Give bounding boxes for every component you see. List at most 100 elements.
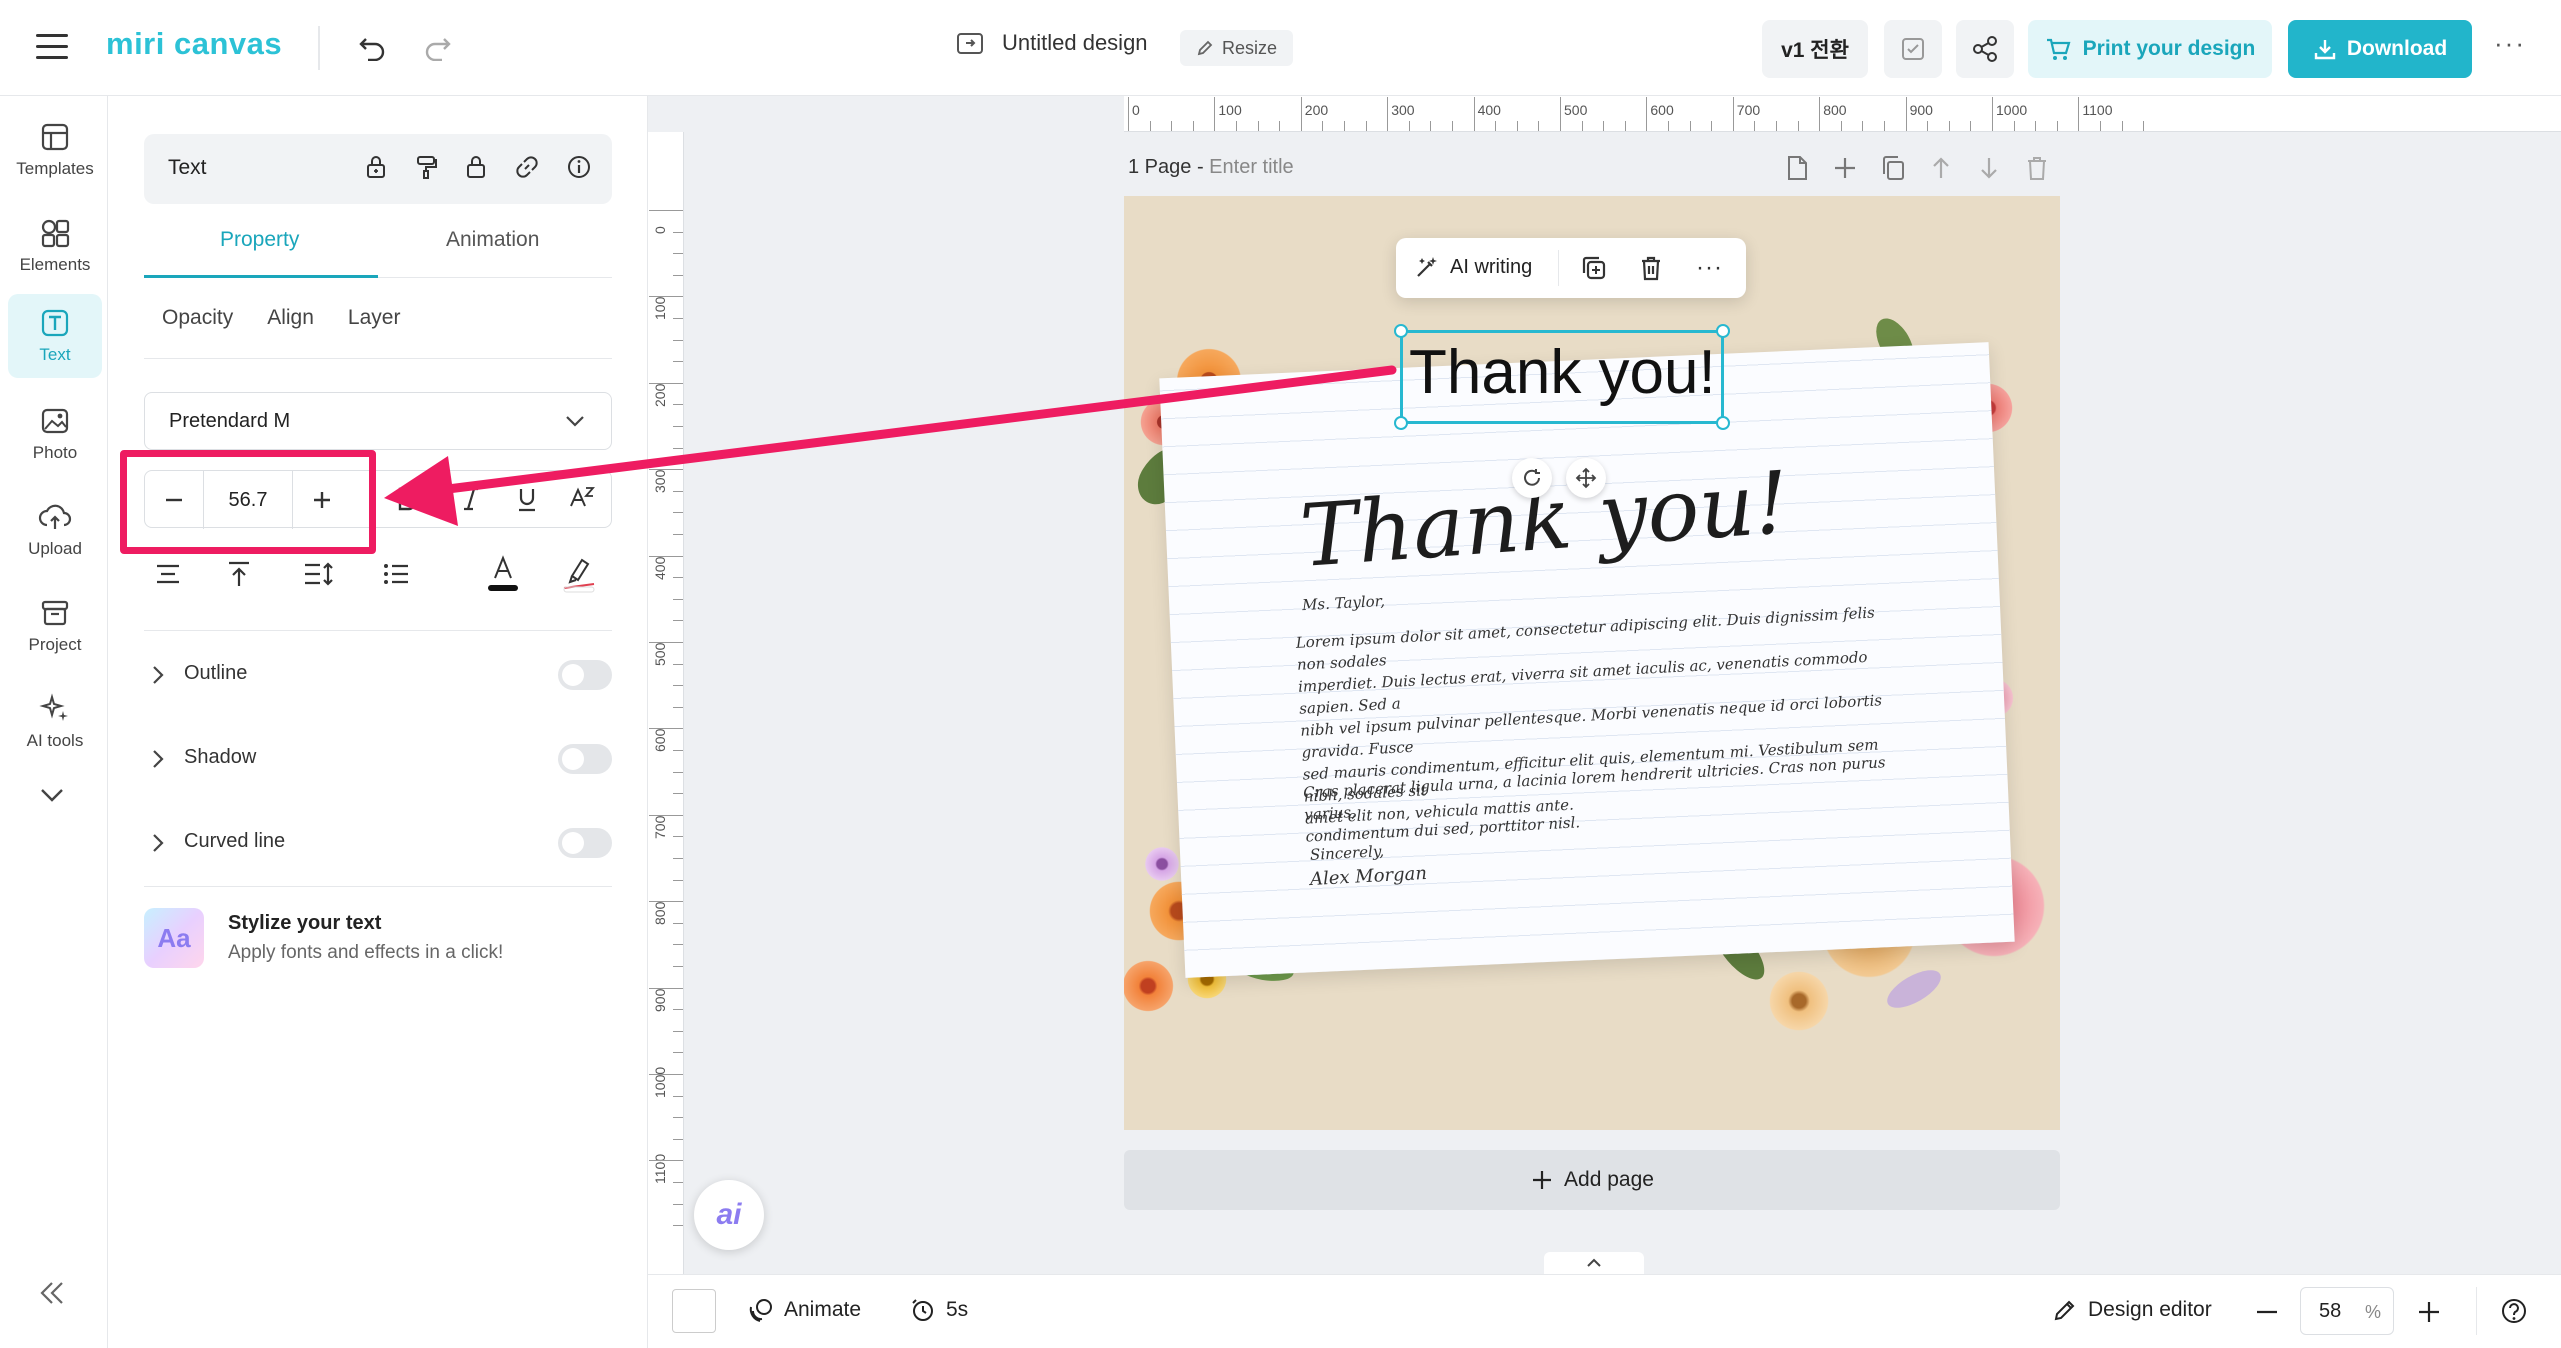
bold-icon[interactable] (395, 486, 417, 517)
rail-item-upload[interactable]: Upload (8, 488, 102, 572)
rail-item-elements[interactable]: Elements (8, 204, 102, 288)
print-design-button[interactable]: Print your design (2028, 20, 2272, 78)
highlight-color-icon[interactable] (562, 554, 596, 599)
design-editor-button[interactable]: Design editor (2052, 1297, 2212, 1323)
resize-handle[interactable] (1394, 416, 1408, 430)
shadow-toggle[interactable] (558, 744, 612, 774)
rail-item-ai-tools[interactable]: AI tools (8, 680, 102, 764)
app-logo[interactable]: miri canvas (106, 26, 282, 62)
stylize-subtitle: Apply fonts and effects in a click! (228, 942, 504, 963)
v1-switch-button[interactable]: v1 전환 (1762, 20, 1868, 78)
delete-page-icon[interactable] (2024, 154, 2050, 182)
ruler-tick-label: 800 (1823, 102, 1847, 118)
pencil-icon (1197, 40, 1213, 56)
bottom-bar: Animate 5s Design editor 58 % (648, 1274, 2561, 1348)
plus-icon (1533, 1171, 1552, 1189)
move-page-up-icon[interactable] (1928, 154, 1954, 182)
curved-line-label: Curved line (184, 830, 286, 852)
outline-toggle[interactable] (558, 660, 612, 690)
save-button[interactable] (1884, 20, 1942, 78)
download-label: Download (2346, 37, 2448, 60)
curved-line-toggle[interactable] (558, 828, 612, 858)
page-thumbnail[interactable] (672, 1289, 716, 1333)
stylize-text-card[interactable]: Aa Stylize your text Apply fonts and eff… (144, 904, 612, 984)
lock-icon[interactable] (464, 154, 488, 180)
move-page-down-icon[interactable] (1976, 154, 2002, 182)
italic-icon[interactable] (461, 486, 481, 517)
ai-assistant-button[interactable]: ai (694, 1180, 764, 1250)
letter-closing[interactable]: Sincerely, (1309, 840, 1385, 866)
font-family-select[interactable]: Pretendard M (144, 392, 612, 450)
info-icon[interactable] (566, 154, 592, 180)
delete-element-icon[interactable] (1638, 254, 1664, 287)
shadow-row[interactable]: Shadow (144, 738, 612, 778)
vertical-align-top-icon[interactable] (226, 560, 252, 593)
zoom-in-icon[interactable] (2416, 1299, 2442, 1330)
ruler-mark (673, 750, 683, 751)
move-handle[interactable] (1566, 458, 1606, 498)
paint-roller-icon[interactable] (414, 154, 438, 180)
subtab-align[interactable]: Align (267, 306, 314, 330)
rail-expand-chevron-icon[interactable] (38, 786, 66, 809)
line-height-icon[interactable] (302, 560, 334, 593)
tab-property[interactable]: Property (220, 228, 299, 252)
download-button[interactable]: Download (2288, 20, 2472, 78)
lock-position-icon[interactable] (364, 154, 388, 180)
align-center-icon[interactable] (154, 562, 182, 591)
rail-label: Photo (32, 443, 78, 462)
new-page-icon[interactable] (1784, 154, 1810, 182)
more-element-options-icon[interactable]: ··· (1696, 254, 1723, 282)
duration-label: 5s (946, 1298, 969, 1321)
resize-button[interactable]: Resize (1180, 30, 1294, 66)
resize-handle[interactable] (1716, 324, 1730, 338)
timeline-toggle[interactable] (1544, 1252, 1644, 1274)
design-title[interactable]: Untitled design (1002, 30, 1148, 56)
menu-icon[interactable] (36, 34, 68, 60)
ruler-mark (649, 814, 683, 816)
tab-animation[interactable]: Animation (446, 228, 539, 252)
undo-icon[interactable] (352, 28, 392, 68)
design-title-area[interactable]: Untitled design (956, 30, 1148, 56)
curved-line-row[interactable]: Curved line (144, 822, 612, 862)
selected-text-element[interactable]: Thank you! (1394, 324, 1730, 430)
duplicate-element-icon[interactable] (1580, 254, 1608, 287)
outline-row[interactable]: Outline (144, 654, 612, 694)
page-header: 1 Page - Enter title (1128, 156, 1294, 179)
resize-handle[interactable] (1394, 324, 1408, 338)
rail-item-project[interactable]: Project (8, 584, 102, 668)
bullet-list-icon[interactable] (382, 562, 410, 591)
text-color-icon[interactable] (486, 554, 520, 599)
ruler-tick-label: 900 (652, 988, 668, 1012)
duplicate-page-icon[interactable] (1880, 154, 1906, 182)
rail-item-templates[interactable]: Templates (8, 108, 102, 192)
resize-handle[interactable] (1716, 416, 1730, 430)
ai-writing-button[interactable]: AI writing (1414, 254, 1532, 280)
share-button[interactable] (1956, 20, 2014, 78)
link-icon[interactable] (514, 154, 540, 180)
ai-fab-label: ai (716, 1198, 742, 1231)
duration-button[interactable]: 5s (910, 1297, 968, 1323)
help-icon[interactable] (2500, 1297, 2528, 1330)
page-title-input[interactable]: Enter title (1209, 156, 1293, 178)
subtab-layer[interactable]: Layer (348, 306, 401, 330)
add-page-button[interactable]: Add page (1124, 1150, 2060, 1210)
subtab-opacity[interactable]: Opacity (162, 306, 233, 330)
ruler-tick-label: 0 (652, 226, 668, 234)
ruler-mark (1344, 121, 1345, 131)
letter-salutation[interactable]: Ms. Taylor, (1301, 590, 1386, 616)
underline-icon[interactable] (515, 486, 539, 517)
letter-spacing-icon[interactable] (567, 484, 595, 517)
selected-text-content[interactable]: Thank you! (1409, 337, 1716, 408)
collapse-panel-icon[interactable] (38, 1280, 66, 1311)
redo-icon[interactable] (418, 28, 458, 68)
rotate-handle[interactable] (1512, 458, 1552, 498)
add-icon[interactable] (1832, 154, 1858, 182)
rail-item-text[interactable]: Text (8, 294, 102, 378)
zoom-out-icon[interactable] (2254, 1299, 2280, 1330)
rail-item-photo[interactable]: Photo (8, 392, 102, 476)
more-options-icon[interactable]: ··· (2494, 28, 2526, 59)
ruler-mark (673, 1117, 683, 1119)
zoom-input[interactable]: 58 % (2300, 1287, 2394, 1335)
format-row (144, 552, 612, 598)
animate-button[interactable]: Animate (748, 1297, 861, 1323)
